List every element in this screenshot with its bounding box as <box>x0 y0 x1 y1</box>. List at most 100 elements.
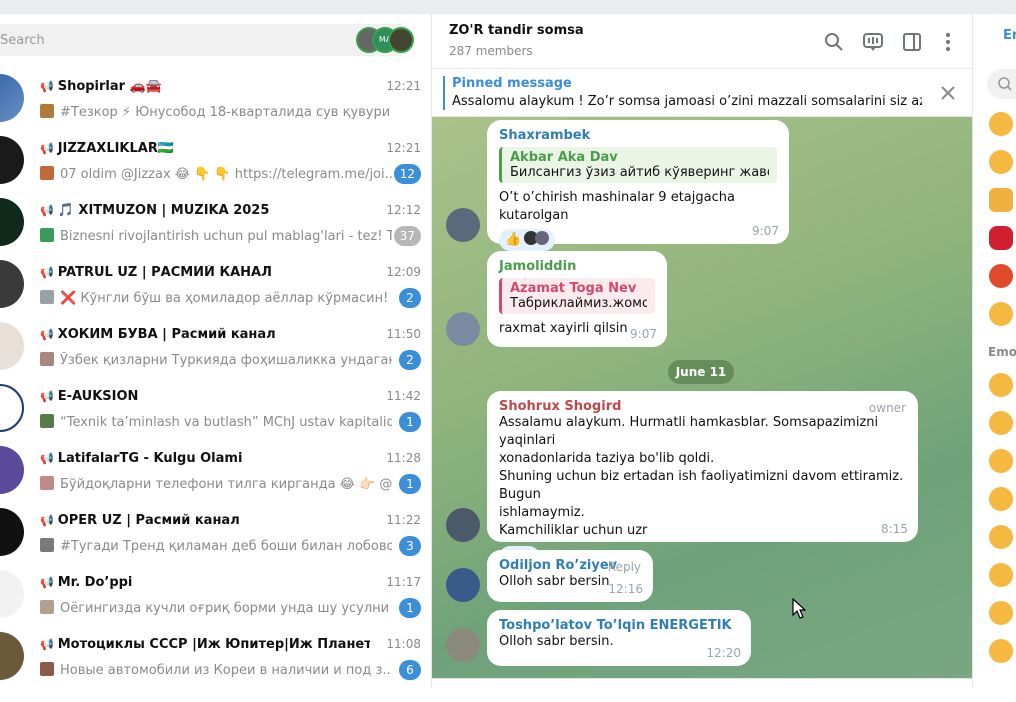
chat-avatar <box>0 136 24 184</box>
emoji-angry-icon[interactable] <box>989 264 1013 288</box>
chat-header[interactable]: ZO'R tandir somsa 287 members <box>432 14 972 69</box>
chat-name: 📢 🎵 XITMUZON | MUZIKA 2025 <box>40 203 270 218</box>
chat-title: ZO'R tandir somsa <box>449 23 584 38</box>
close-icon[interactable] <box>938 83 958 103</box>
sender-avatar[interactable] <box>446 208 480 242</box>
reaction-thumbs-up[interactable]: 👍 <box>499 229 556 251</box>
emoji-search[interactable] <box>987 69 1016 99</box>
message-text: Olloh sabr bersin. <box>499 634 614 649</box>
sender-avatar[interactable] <box>446 312 480 346</box>
media-thumb-icon <box>40 290 54 304</box>
sender-name[interactable]: Jamoliddin <box>499 259 655 274</box>
sender-name[interactable]: Shohrux Shogird <box>499 399 906 414</box>
message-bubble[interactable]: Shaxrambek Akbar Aka Dav Билсангиз ўзиз … <box>487 120 789 251</box>
channel-icon: 📢 <box>40 328 54 341</box>
chat-item[interactable]: 📢 Shopirlar 🚗🚘 12:21 #Тезкор ⚡ Юнусобод 1… <box>0 67 431 129</box>
chat-item[interactable]: 📢 LatifalarTG - Kulgu Olami 11:28 Бўйдоқл… <box>0 439 431 501</box>
chat-name: 📢Мотоциклы СССР |Иж Юпитер|Иж Планета|Яв… <box>40 637 370 652</box>
chat-list-panel: MA 📢Shopirlar 🚗🚘 12:21 #Тезкор ⚡ Юнусобо… <box>0 14 432 688</box>
stories-strip[interactable]: MA <box>356 27 414 53</box>
sender-name[interactable]: Toshpo’latov To’lqin ENERGETIK <box>499 618 739 633</box>
channel-icon: 📢 <box>40 638 54 651</box>
sender-avatar[interactable] <box>446 628 480 662</box>
emoji-kiss-icon[interactable] <box>989 226 1013 250</box>
message-bubble[interactable]: Odiljon Ro’ziyev Reply Olloh sabr bersin… <box>487 550 653 602</box>
media-thumb-icon <box>40 228 54 242</box>
emoji-relieved-icon[interactable] <box>989 563 1013 587</box>
chat-item[interactable]: 📢 PATRUL UZ | РАСМИЙ КАНАЛ 12:09 ❌ Кўнгли… <box>0 253 431 315</box>
emoji-grin-icon[interactable] <box>989 373 1013 397</box>
chat-item[interactable]: 📢 OPER UZ | Расмий канал 11:22 #Тугади Тр… <box>0 501 431 563</box>
chat-time: 11:22 <box>386 513 421 527</box>
tab-emoji[interactable]: Em <box>1003 28 1016 43</box>
search-icon[interactable] <box>822 30 846 54</box>
chat-time: 11:08 <box>386 637 421 651</box>
emoji-upside-down-icon[interactable] <box>989 449 1013 473</box>
reply-quote[interactable]: Akbar Aka Dav Билсангиз ўзиз айтиб кўяве… <box>499 147 777 183</box>
emoji-joy-icon[interactable] <box>989 411 1013 435</box>
chat-time: 12:21 <box>386 141 421 155</box>
channel-icon: 📢 <box>40 142 54 155</box>
reactions[interactable]: 👍 <box>499 229 777 251</box>
date-separator: June 11 <box>668 360 734 384</box>
pinned-indicator <box>443 76 445 110</box>
chat-time: 11:42 <box>386 389 421 403</box>
chat-item[interactable]: 📢 E-AUKSION 11:42 “Texnik ta’minlash va b… <box>0 377 431 439</box>
video-chat-icon[interactable] <box>861 30 885 54</box>
reply-quote[interactable]: Azamat Toga Nev Табриклаймиз.жомол. <box>499 278 655 314</box>
emoji-pleading-icon[interactable] <box>989 639 1013 663</box>
message-time: 12:20 <box>706 646 741 660</box>
emoji-kissing-icon[interactable] <box>989 487 1013 511</box>
chat-name: 📢 Shopirlar 🚗🚘 <box>40 79 162 94</box>
search-box[interactable]: MA <box>0 24 414 56</box>
message-bubble[interactable]: Toshpo’latov To’lqin ENERGETIK Olloh sab… <box>487 610 751 666</box>
chat-preview: Новые автомобили из Кореи в наличии и по… <box>40 662 392 678</box>
unread-badge: 12 <box>393 164 421 184</box>
message-time: 9:07 <box>630 327 657 341</box>
chat-item[interactable]: 📢 🎵 XITMUZON | MUZIKA 2025 12:12 Biznesni… <box>0 191 431 253</box>
media-thumb-icon <box>40 538 54 552</box>
chat-time: 11:28 <box>386 451 421 465</box>
media-thumb-icon <box>40 414 54 428</box>
chat-item[interactable]: 📢Мотоциклы СССР |Иж Юпитер|Иж Планета|Яв… <box>0 625 431 687</box>
message-bubble[interactable]: Shohrux Shogird owner Assalamu alaykum. … <box>487 391 918 568</box>
chat-avatar <box>0 74 24 122</box>
emoji-pensive-icon[interactable] <box>989 112 1013 136</box>
chat-avatar <box>0 198 24 246</box>
chat-item[interactable]: 📢 Mr. Do’ppi 11:17 Оёгингизда кучли оғриқ… <box>0 563 431 625</box>
message-area[interactable]: Shaxrambek Akbar Aka Dav Билсангиз ўзиз … <box>432 117 972 688</box>
unread-badge: 2 <box>399 350 421 370</box>
chat-time: 12:12 <box>386 203 421 217</box>
message-time: 9:07 <box>752 224 779 238</box>
chat-preview: Ўзбек қизларни Туркияда фоҳишаликка унда… <box>40 352 392 368</box>
chat-item[interactable]: 📢 ХОКИМ БУВА | Расмий канал 11:50 Ўзбек қ… <box>0 315 431 377</box>
emoji-neutral-icon[interactable] <box>989 601 1013 625</box>
message-time: 8:15 <box>881 522 908 536</box>
chat-preview: Оёгингизда кучли оғриқ борми унда шу усу… <box>40 600 392 616</box>
sidebar-toggle-icon[interactable] <box>900 30 924 54</box>
search-icon <box>998 77 1012 91</box>
message-input-bar[interactable] <box>432 678 972 702</box>
media-thumb-icon <box>40 476 54 490</box>
chat-time: 11:50 <box>386 327 421 341</box>
chat-preview: “Texnik ta’minlash va butlash” MChJ usta… <box>40 414 392 430</box>
message-bubble[interactable]: Jamoliddin Azamat Toga Nev Табриклаймиз.… <box>487 251 667 347</box>
emoji-raised-eyebrow-icon[interactable] <box>989 525 1013 549</box>
search-input[interactable] <box>0 24 340 56</box>
pinned-message-bar[interactable]: Pinned message Assalomu alaykum ! Zo’r s… <box>432 69 972 117</box>
emoji-blush-icon[interactable] <box>989 302 1013 326</box>
chat-name: 📢 JIZZAXLIKLAR🇺🇿 <box>40 141 175 156</box>
story-avatar[interactable] <box>388 27 414 53</box>
sender-name[interactable]: Shaxrambek <box>499 128 777 143</box>
sender-avatar[interactable] <box>446 508 480 542</box>
reply-button[interactable]: Reply <box>608 560 641 574</box>
quote-text: Табриклаймиз.жомол. <box>510 296 647 311</box>
chat-item[interactable]: 📢 JIZZAXLIKLAR🇺🇿 12:21 07 oldim @Jizzax 😂… <box>0 129 431 191</box>
channel-icon: 📢 <box>40 80 54 93</box>
media-thumb-icon <box>40 600 54 614</box>
sender-avatar[interactable] <box>446 568 480 602</box>
emoji-hand-icon[interactable] <box>989 188 1013 212</box>
media-thumb-icon <box>40 352 54 366</box>
more-menu-icon[interactable] <box>936 30 960 54</box>
emoji-smile-icon[interactable] <box>989 150 1013 174</box>
